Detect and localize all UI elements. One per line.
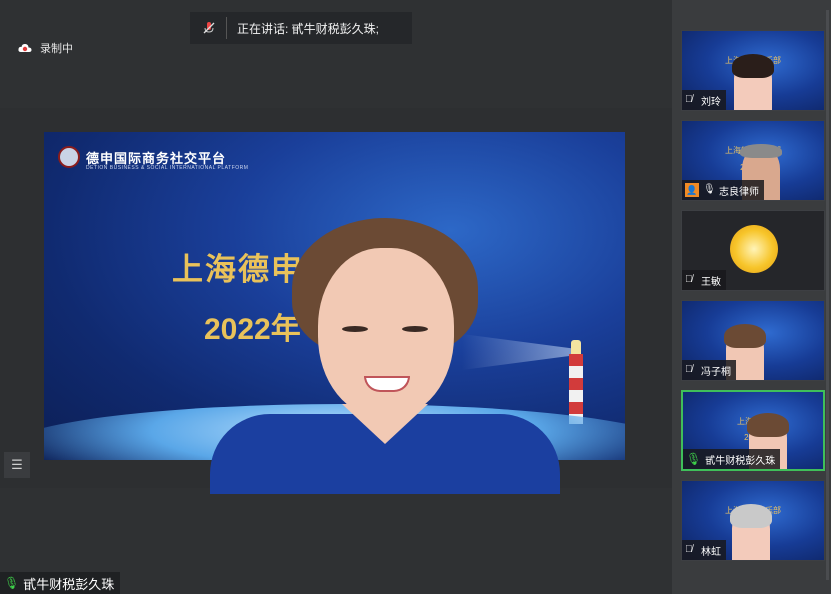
sidebar-scrollbar[interactable] bbox=[826, 10, 829, 580]
meeting-window: 录制中 正在讲话: 甙牛财税彭久珠; 德申国际商务社交平台 DETION BUS… bbox=[0, 0, 831, 594]
mic-muted-icon: 🎙̸ bbox=[685, 274, 693, 285]
brand-subtitle: DETION BUSINESS & SOCIAL INTERNATIONAL P… bbox=[86, 165, 249, 171]
mic-muted-icon: 🎙̸ bbox=[685, 364, 693, 375]
main-speaker-name: 甙牛财税彭久珠 bbox=[23, 576, 115, 592]
participant-tile[interactable]: 上海德申俱乐部 2022年会 🎙̸刘玲 bbox=[681, 30, 825, 111]
mic-muted-icon bbox=[203, 22, 215, 34]
avatar-sun-icon bbox=[730, 225, 778, 273]
main-video-area[interactable]: 德申国际商务社交平台 DETION BUSINESS & SOCIAL INTE… bbox=[0, 108, 672, 494]
mic-on-icon: 🎙 bbox=[4, 576, 20, 590]
participant-name: 志良律师 bbox=[719, 186, 759, 198]
speaker-video bbox=[210, 218, 560, 494]
participant-sidebar: 上海德申俱乐部 2022年会 🎙̸刘玲 上海德申俱乐部 2022年 👤🎙志良律师… bbox=[672, 0, 831, 594]
main-speaker-label: 🎙 甙牛财税彭久珠 bbox=[0, 572, 121, 594]
speaking-label: 正在讲话: 甙牛财税彭久珠; bbox=[237, 21, 380, 36]
brand-name: 德申国际商务社交平台 bbox=[86, 150, 227, 166]
list-icon: ☰ bbox=[11, 457, 23, 472]
mic-icon: 🎙 bbox=[703, 184, 716, 195]
participant-tile[interactable]: 上海德申俱乐部 2022年会 🎙̸林虹 bbox=[681, 480, 825, 561]
participant-tile-active[interactable]: 上海德申 2022 🎙甙牛财税彭久珠 bbox=[681, 390, 825, 471]
recording-label: 录制中 bbox=[40, 43, 73, 55]
participant-tile[interactable]: 🎙̸ 王敏 bbox=[681, 210, 825, 291]
participant-name: 甙牛财税彭久珠 bbox=[705, 455, 776, 467]
participant-name: 王敏 bbox=[701, 276, 721, 288]
participant-tile[interactable]: 🎙̸ 冯子桐 bbox=[681, 300, 825, 381]
top-bar: 录制中 正在讲话: 甙牛财税彭久珠; bbox=[0, 0, 672, 108]
participant-tile[interactable]: 上海德申俱乐部 2022年 👤🎙志良律师 bbox=[681, 120, 825, 201]
divider bbox=[226, 17, 227, 39]
mic-muted-icon: 🎙̸ bbox=[685, 544, 693, 555]
user-icon: 👤 bbox=[685, 183, 699, 197]
participant-name: 冯子桐 bbox=[701, 366, 731, 378]
participant-name: 刘玲 bbox=[701, 96, 721, 108]
participant-list-button[interactable]: ☰ bbox=[4, 452, 30, 478]
cloud-record-icon bbox=[18, 43, 32, 52]
mic-on-icon: 🎙 bbox=[686, 452, 702, 466]
active-speaker-banner: 正在讲话: 甙牛财税彭久珠; bbox=[190, 12, 412, 44]
brand-logo-icon bbox=[58, 146, 80, 168]
participant-name: 林虹 bbox=[701, 546, 721, 558]
recording-indicator[interactable]: 录制中 bbox=[18, 40, 73, 56]
mic-muted-icon: 🎙̸ bbox=[685, 94, 693, 105]
